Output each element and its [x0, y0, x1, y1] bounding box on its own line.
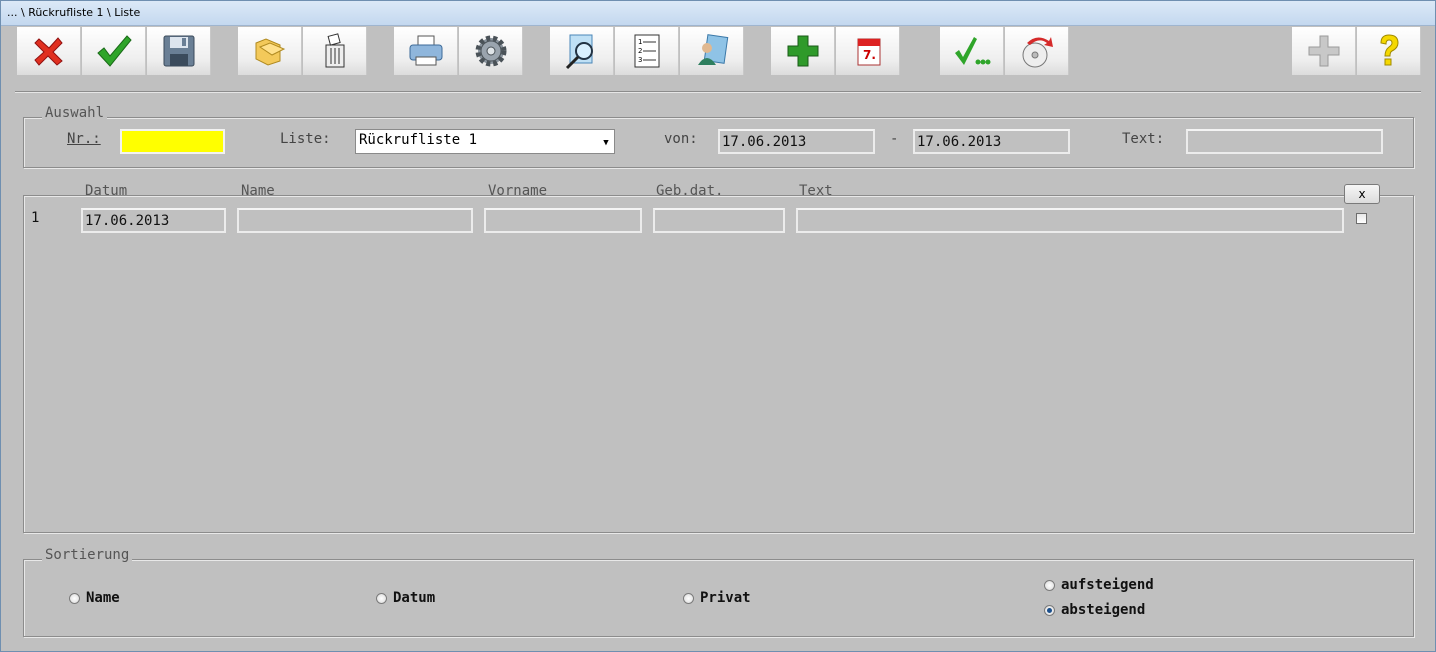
sort-privat-radio[interactable] [683, 592, 694, 604]
order-ascending-radio[interactable] [1044, 579, 1055, 591]
add-disabled-button[interactable] [1292, 27, 1356, 75]
bis-date-input[interactable]: 17.06.2013 [913, 129, 1070, 154]
sort-privat-label: Privat [700, 590, 751, 606]
floppy-disk-icon [163, 35, 194, 67]
gdt-button[interactable] [1005, 27, 1069, 75]
numbered-list-icon: 1 2 3 [634, 34, 659, 68]
row-gebdat-field[interactable] [653, 208, 785, 233]
patient-button[interactable] [680, 27, 744, 75]
row-index: 1 [31, 210, 40, 226]
question-icon [1379, 34, 1399, 66]
open-folder-button[interactable] [238, 27, 302, 75]
application-window: ... \ Rückrufliste 1 \ Liste 1 2 3 7. Au… [0, 0, 1436, 652]
column-header-text: Text [799, 183, 833, 199]
search-button[interactable] [550, 27, 614, 75]
print-button[interactable] [394, 27, 458, 75]
help-button[interactable] [1357, 27, 1421, 75]
liste-selected-value: Rückrufliste 1 [359, 132, 478, 148]
order-descending-label: absteigend [1061, 602, 1146, 618]
red-x-icon [33, 37, 63, 66]
window-title: ... \ Rückrufliste 1 \ Liste [7, 6, 141, 19]
order-descending-radio[interactable] [1044, 604, 1055, 616]
save-button[interactable] [147, 27, 211, 75]
green-check-icon [96, 35, 132, 67]
svg-text:1: 1 [638, 38, 642, 46]
sort-name-label: Name [86, 590, 120, 606]
folder-icon [255, 38, 285, 66]
row-datum-field[interactable]: 17.06.2013 [81, 208, 226, 233]
row-name-field[interactable] [237, 208, 473, 233]
nr-input[interactable] [120, 129, 225, 154]
trash-icon [325, 33, 344, 68]
sort-name-radio[interactable] [69, 592, 80, 604]
gray-plus-icon [1308, 35, 1339, 67]
column-header-gebdat: Geb.dat. [656, 183, 724, 199]
date-range-dash: - [890, 131, 899, 147]
printer-icon [409, 35, 442, 66]
column-header-name: Name [241, 183, 275, 199]
von-date-input[interactable]: 17.06.2013 [718, 129, 875, 154]
row-vorname-field[interactable] [484, 208, 642, 233]
sort-datum-radio[interactable] [376, 592, 387, 604]
liste-label: Liste: [280, 131, 331, 147]
delete-button[interactable] [303, 27, 367, 75]
person-icon [697, 34, 728, 65]
sort-privat-option[interactable]: Privat [683, 590, 751, 606]
svg-text:3: 3 [638, 56, 642, 64]
calendar-button[interactable]: 7. [836, 27, 900, 75]
column-header-vorname: Vorname [488, 183, 548, 199]
clear-selection-button[interactable]: x [1344, 184, 1380, 204]
chevron-down-icon[interactable]: ▼ [600, 136, 612, 150]
text-input[interactable] [1186, 129, 1383, 154]
row-checkbox[interactable] [1356, 213, 1367, 224]
order-descending-option[interactable]: absteigend [1044, 602, 1145, 618]
gear-icon [475, 35, 506, 67]
von-label: von: [664, 131, 698, 147]
ok-button[interactable] [82, 27, 146, 75]
magnifier-icon [565, 34, 593, 70]
gdt-disc-icon [1022, 37, 1053, 68]
sort-datum-option[interactable]: Datum [376, 590, 435, 606]
settings-button[interactable] [459, 27, 523, 75]
text-label: Text: [1122, 131, 1165, 147]
check-dots-icon [954, 37, 990, 65]
order-ascending-label: aufsteigend [1061, 577, 1154, 593]
auswahl-legend: Auswahl [42, 105, 108, 121]
calendar-icon: 7. [857, 38, 880, 66]
toolbar-separator [15, 91, 1421, 93]
order-ascending-option[interactable]: aufsteigend [1044, 577, 1154, 593]
sortierung-legend: Sortierung [42, 547, 133, 563]
numbered-list-button[interactable]: 1 2 3 [615, 27, 679, 75]
sort-name-option[interactable]: Name [69, 590, 120, 606]
cancel-button[interactable] [17, 27, 81, 75]
check-more-button[interactable] [940, 27, 1004, 75]
sort-datum-label: Datum [393, 590, 436, 606]
green-plus-icon [787, 35, 818, 67]
liste-select[interactable]: Rückrufliste 1 ▼ [355, 129, 615, 154]
add-button[interactable] [771, 27, 835, 75]
title-bar: ... \ Rückrufliste 1 \ Liste [1, 1, 1435, 26]
svg-text:7.: 7. [863, 48, 876, 62]
nr-label: Nr.: [67, 131, 101, 147]
list-group [23, 195, 1414, 533]
row-text-field[interactable] [796, 208, 1344, 233]
svg-text:2: 2 [638, 47, 642, 55]
column-header-datum: Datum [85, 183, 128, 199]
